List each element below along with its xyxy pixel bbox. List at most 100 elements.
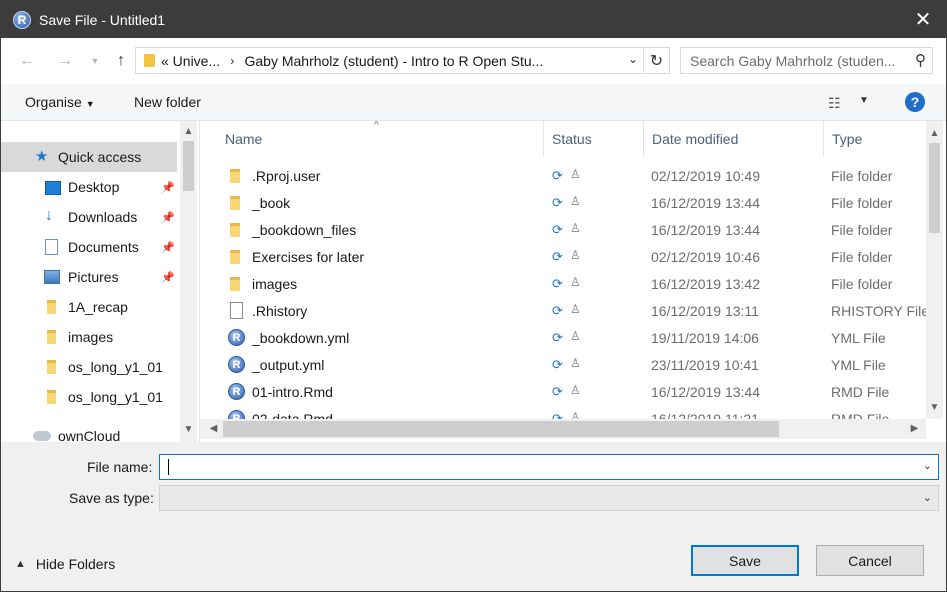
forward-arrow-icon[interactable]: → [55,51,75,71]
folder-icon [230,223,240,237]
back-arrow-icon[interactable]: ← [17,51,37,71]
nav-item-label: ownCloud [58,428,121,442]
search-icon[interactable]: ⚲ [915,51,926,69]
new-folder-button[interactable]: New folder [134,94,201,110]
pin-icon[interactable]: 📌 [161,241,175,254]
file-row[interactable]: R 01-intro.Rmd ⟳ ♙ 16/12/2019 13:44 RMD File [200,379,924,406]
column-header-status[interactable]: Status [544,121,644,157]
text-caret [168,459,169,475]
column-header-type[interactable]: Type [824,121,934,157]
folder-icon [47,300,56,314]
nav-item-1a-recap[interactable]: 1A_recap [1,292,177,322]
help-icon[interactable]: ? [905,92,925,112]
scroll-thumb[interactable] [223,421,779,437]
file-date-modified: 16/12/2019 13:44 [651,222,760,238]
shared-user-icon: ♙ [570,221,581,235]
file-row[interactable]: R _output.yml ⟳ ♙ 23/11/2019 10:41 YML File [200,352,924,379]
nav-scrollbar[interactable]: ▲ ▼ [180,121,197,442]
scroll-thumb[interactable] [183,141,194,191]
nav-item-images[interactable]: images [1,322,177,352]
view-details-icon[interactable]: ☷ [828,95,841,112]
nav-item-documents[interactable]: Documents 📌 [1,232,177,262]
scroll-down-icon[interactable]: ▼ [926,399,943,416]
scroll-up-icon[interactable]: ▲ [180,123,197,140]
organise-button[interactable]: Organise ▼ [25,94,95,110]
file-row[interactable]: Exercises for later ⟳ ♙ 02/12/2019 10:46 Fil… [200,244,924,271]
file-date-modified: 16/12/2019 13:44 [651,384,760,400]
close-icon[interactable]: ✕ [900,1,946,38]
file-row[interactable]: R _bookdown.yml ⟳ ♙ 19/11/2019 14:06 YML File [200,325,924,352]
chevron-down-icon[interactable]: ⌄ [628,52,638,66]
nav-item-os-long-y1-01[interactable]: os_long_y1_01 [1,352,177,382]
breadcrumb-current[interactable]: Gaby Mahrholz (student) - Intro to R Ope… [244,53,543,69]
sync-status-icon: ⟳ [552,330,563,345]
search-box[interactable]: ⚲ [680,47,933,74]
chevron-up-icon: ▲ [15,558,26,570]
file-list-horizontal-scrollbar[interactable]: ◀ ▶ [200,419,926,439]
chevron-down-icon[interactable]: ▼ [859,95,869,106]
scroll-up-icon[interactable]: ▲ [926,125,943,142]
file-list-pane: Name ^ Status Date modified Type .Rproj.… [199,121,946,442]
file-list-vertical-scrollbar[interactable]: ▲ ▼ [926,121,943,419]
cancel-button[interactable]: Cancel [816,545,924,576]
scroll-right-icon[interactable]: ▶ [906,420,923,437]
r-app-icon: R [13,10,31,29]
file-date-modified: 19/11/2019 14:06 [651,330,759,346]
command-toolbar: Organise ▼ New folder ☷ ▼ ? [1,84,946,121]
save-button[interactable]: Save [691,545,799,576]
chevron-right-icon[interactable]: › [230,53,234,68]
file-row[interactable]: .Rproj.user ⟳ ♙ 02/12/2019 10:49 File folder [200,163,924,190]
shared-user-icon: ♙ [570,383,581,397]
file-date-modified: 23/11/2019 10:41 [651,357,759,373]
pin-icon[interactable]: 📌 [161,211,175,224]
file-date-modified: 02/12/2019 10:46 [651,249,760,265]
column-header-date-modified[interactable]: Date modified [644,121,824,157]
navigation-pane: ★ Quick access Desktop 📌 ↓ Downloads 📌 D… [1,121,199,442]
shared-user-icon: ♙ [570,356,581,370]
chevron-down-icon[interactable]: ⌄ [923,491,932,504]
pin-icon[interactable]: 📌 [161,181,175,194]
cloud-icon [33,431,51,441]
recent-locations-chevron-icon[interactable]: ▾ [85,51,105,71]
sort-ascending-icon: ^ [374,121,379,131]
search-input[interactable] [690,52,908,69]
address-bar[interactable]: « Unive... › Gaby Mahrholz (student) - I… [135,47,670,74]
file-row[interactable]: _bookdown_files ⟳ ♙ 16/12/2019 13:44 File fo… [200,217,924,244]
up-arrow-icon[interactable]: ↑ [111,51,131,71]
file-row[interactable]: images ⟳ ♙ 16/12/2019 13:42 File folder [200,271,924,298]
refresh-icon[interactable]: ↻ [643,48,669,73]
file-row[interactable]: _book ⟳ ♙ 16/12/2019 13:44 File folder [200,190,924,217]
file-name: _bookdown_files [252,222,357,238]
pictures-icon [44,270,60,284]
nav-item-quick-access[interactable]: ★ Quick access [1,142,177,172]
hide-folders-button[interactable]: ▲ Hide Folders [15,556,115,572]
column-header-name[interactable]: Name [217,121,544,157]
file-type: File folder [831,168,893,184]
shared-user-icon: ♙ [570,302,581,316]
nav-item-owncloud[interactable]: ownCloud [1,422,177,442]
file-type: RMD File [831,384,890,400]
pin-icon[interactable]: 📌 [161,271,175,284]
folder-icon [230,196,240,210]
scroll-down-icon[interactable]: ▼ [180,421,197,438]
nav-item-os-long-y1-01[interactable]: os_long_y1_01 [1,382,177,412]
sync-status-icon: ⟳ [552,384,563,399]
filename-input[interactable] [166,458,906,476]
nav-item-pictures[interactable]: Pictures 📌 [1,262,177,292]
scroll-left-icon[interactable]: ◀ [205,420,222,437]
nav-item-downloads[interactable]: ↓ Downloads 📌 [1,202,177,232]
sync-status-icon: ⟳ [552,222,563,237]
download-icon: ↓ [45,207,53,224]
desktop-icon [45,181,61,195]
file-row[interactable]: .Rhistory ⟳ ♙ 16/12/2019 13:11 RHISTORY File [200,298,929,325]
savetype-select[interactable]: ⌄ [159,485,939,511]
file-date-modified: 02/12/2019 10:49 [651,168,760,184]
breadcrumb-parent[interactable]: « Unive... [161,53,220,69]
file-type: File folder [831,276,893,292]
chevron-down-icon[interactable]: ⌄ [923,459,932,472]
window-title: Save File - Untitled1 [39,11,166,28]
sync-status-icon: ⟳ [552,303,563,318]
nav-item-desktop[interactable]: Desktop 📌 [1,172,177,202]
filename-field[interactable]: ⌄ [159,454,939,480]
scroll-thumb[interactable] [929,143,940,233]
